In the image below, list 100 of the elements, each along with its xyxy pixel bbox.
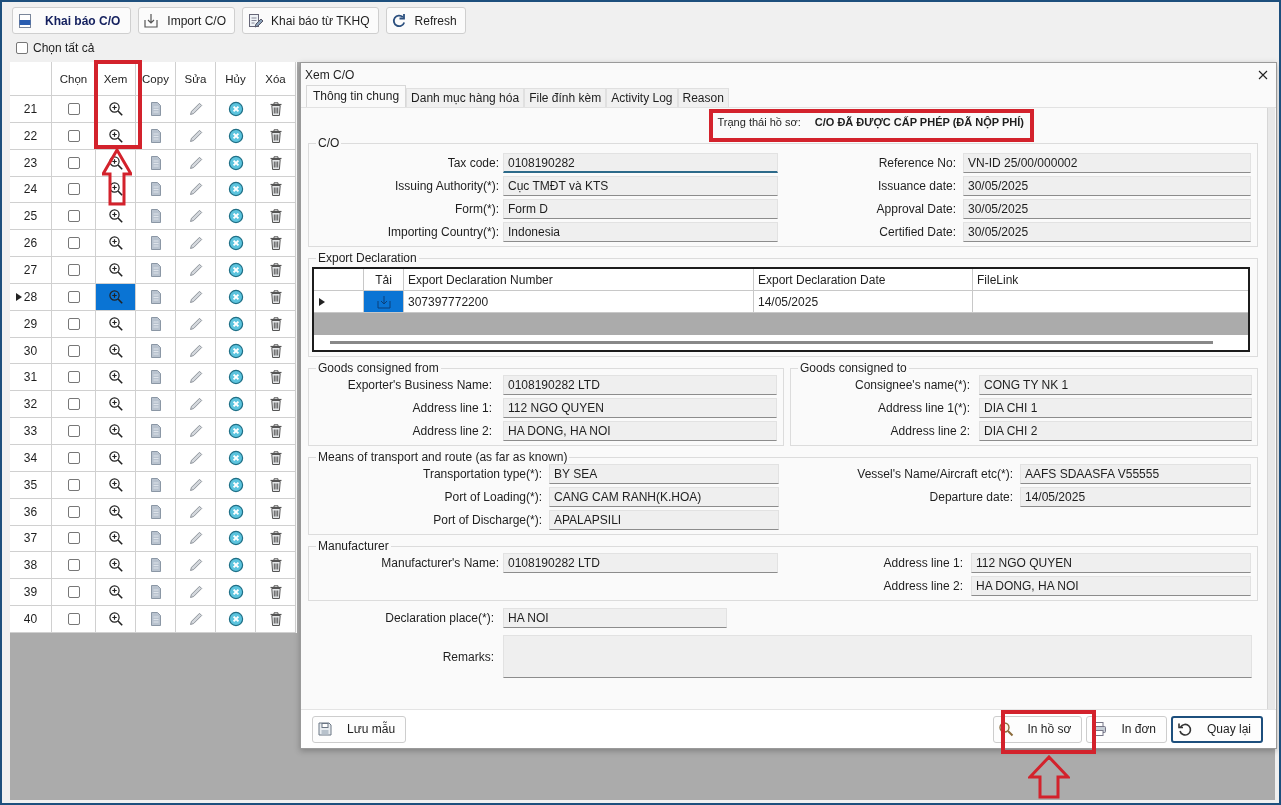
pencil-icon[interactable]: [187, 396, 204, 413]
cancel-icon[interactable]: [227, 476, 244, 493]
view-button[interactable]: [96, 283, 135, 310]
checkbox[interactable]: [67, 129, 80, 142]
toolbar-button[interactable]: Khai báo C/O: [12, 7, 132, 34]
checkbox[interactable]: [67, 612, 80, 625]
cancel-icon[interactable]: [227, 181, 244, 198]
checkbox[interactable]: [67, 237, 80, 250]
checkbox[interactable]: [67, 183, 80, 196]
text-field[interactable]: VN-ID 25/00/000002: [963, 153, 1251, 173]
pencil-icon[interactable]: [187, 181, 204, 198]
tab[interactable]: File đính kèm: [524, 88, 607, 107]
cancel-icon[interactable]: [227, 342, 244, 359]
toolbar-button[interactable]: Import C/O: [138, 7, 236, 34]
checkbox[interactable]: [67, 532, 80, 545]
cancel-icon[interactable]: [227, 208, 244, 225]
text-area[interactable]: [503, 635, 1252, 678]
pencil-icon[interactable]: [187, 235, 204, 252]
text-field[interactable]: AAFS SDAASFA V55555: [1020, 464, 1251, 484]
tab[interactable]: Activity Log: [606, 88, 678, 107]
text-field[interactable]: CONG TY NK 1: [979, 375, 1252, 395]
text-field[interactable]: DIA CHI 1: [979, 398, 1252, 418]
cancel-icon[interactable]: [227, 449, 244, 466]
checkbox[interactable]: [16, 42, 28, 54]
dialog-button[interactable]: In hồ sơ: [992, 715, 1083, 743]
checkbox[interactable]: [67, 264, 80, 276]
pencil-icon[interactable]: [187, 557, 204, 574]
checkbox[interactable]: [67, 317, 80, 330]
dialog-button[interactable]: Lưu mẫu: [312, 715, 407, 743]
checkbox[interactable]: [67, 344, 80, 357]
tab[interactable]: Reason: [677, 88, 729, 107]
pencil-icon[interactable]: [187, 423, 204, 440]
checkbox[interactable]: [67, 505, 80, 518]
cancel-icon[interactable]: [227, 288, 244, 305]
dialog-button[interactable]: In đơn: [1086, 715, 1167, 743]
checkbox[interactable]: [67, 478, 80, 491]
checkbox[interactable]: [67, 371, 80, 384]
checkbox[interactable]: [67, 156, 80, 169]
cancel-icon[interactable]: [227, 369, 244, 386]
toolbar-button[interactable]: Khai báo từ TKHQ: [242, 7, 379, 34]
text-field[interactable]: HA DONG, HA NOI: [503, 421, 777, 441]
pencil-icon[interactable]: [187, 262, 204, 278]
checkbox[interactable]: [67, 586, 80, 599]
text-field[interactable]: 0108190282: [503, 153, 778, 173]
pencil-icon[interactable]: [187, 476, 204, 493]
cancel-icon[interactable]: [227, 530, 244, 547]
text-field[interactable]: 30/05/2025: [963, 199, 1251, 219]
cancel-icon[interactable]: [227, 235, 244, 252]
checkbox[interactable]: [67, 290, 80, 303]
pencil-icon[interactable]: [187, 154, 204, 171]
checkbox[interactable]: [67, 425, 80, 438]
cancel-icon[interactable]: [227, 610, 244, 627]
pencil-icon[interactable]: [187, 584, 204, 601]
checkbox[interactable]: [67, 102, 80, 115]
text-field[interactable]: Cục TMĐT và KTS: [503, 176, 778, 196]
checkbox[interactable]: [67, 451, 80, 464]
toolbar-button[interactable]: Refresh: [385, 7, 466, 34]
text-field[interactable]: DIA CHI 2: [979, 421, 1252, 441]
cancel-icon[interactable]: [227, 396, 244, 413]
pencil-icon[interactable]: [187, 449, 204, 466]
pencil-icon[interactable]: [187, 288, 204, 305]
checkbox[interactable]: [67, 559, 80, 572]
pencil-icon[interactable]: [187, 369, 204, 386]
text-field[interactable]: 30/05/2025: [963, 222, 1251, 242]
cancel-icon[interactable]: [227, 503, 244, 520]
cancel-icon[interactable]: [227, 127, 244, 144]
text-field[interactable]: 14/05/2025: [1020, 487, 1251, 507]
checkbox[interactable]: [67, 210, 80, 223]
text-field[interactable]: APALAPSILI: [549, 510, 779, 530]
text-field[interactable]: 0108190282 LTD: [503, 375, 777, 395]
pencil-icon[interactable]: [187, 342, 204, 359]
text-field[interactable]: 112 NGO QUYEN: [503, 398, 777, 418]
dialog-button[interactable]: Quay lại: [1170, 715, 1263, 743]
scrollbar[interactable]: [1267, 108, 1275, 709]
pencil-icon[interactable]: [187, 610, 204, 627]
checkbox[interactable]: [67, 398, 80, 411]
pencil-icon[interactable]: [187, 503, 204, 520]
text-field[interactable]: CANG CAM RANH(K.HOA): [549, 487, 779, 507]
scrollbar[interactable]: [330, 341, 1213, 344]
cancel-icon[interactable]: [227, 584, 244, 601]
text-field[interactable]: Form D: [503, 199, 778, 219]
cancel-icon[interactable]: [227, 262, 244, 278]
text-field[interactable]: 112 NGO QUYEN: [971, 553, 1251, 573]
cancel-icon[interactable]: [227, 315, 244, 332]
text-field[interactable]: BY SEA: [549, 464, 779, 484]
pencil-icon[interactable]: [187, 208, 204, 225]
text-field[interactable]: Indonesia: [503, 222, 778, 242]
tab[interactable]: Thông tin chung: [306, 85, 407, 107]
cancel-icon[interactable]: [227, 557, 244, 574]
pencil-icon[interactable]: [187, 315, 204, 332]
text-field[interactable]: 30/05/2025: [963, 176, 1251, 196]
pencil-icon[interactable]: [187, 127, 204, 144]
tab[interactable]: Danh mục hàng hóa: [406, 88, 525, 107]
cancel-icon[interactable]: [227, 100, 244, 117]
pencil-icon[interactable]: [187, 530, 204, 547]
cancel-icon[interactable]: [227, 154, 244, 171]
close-icon[interactable]: [1258, 70, 1268, 80]
pencil-icon[interactable]: [187, 100, 204, 117]
cancel-icon[interactable]: [227, 423, 244, 440]
text-field[interactable]: HA NOI: [503, 608, 727, 628]
